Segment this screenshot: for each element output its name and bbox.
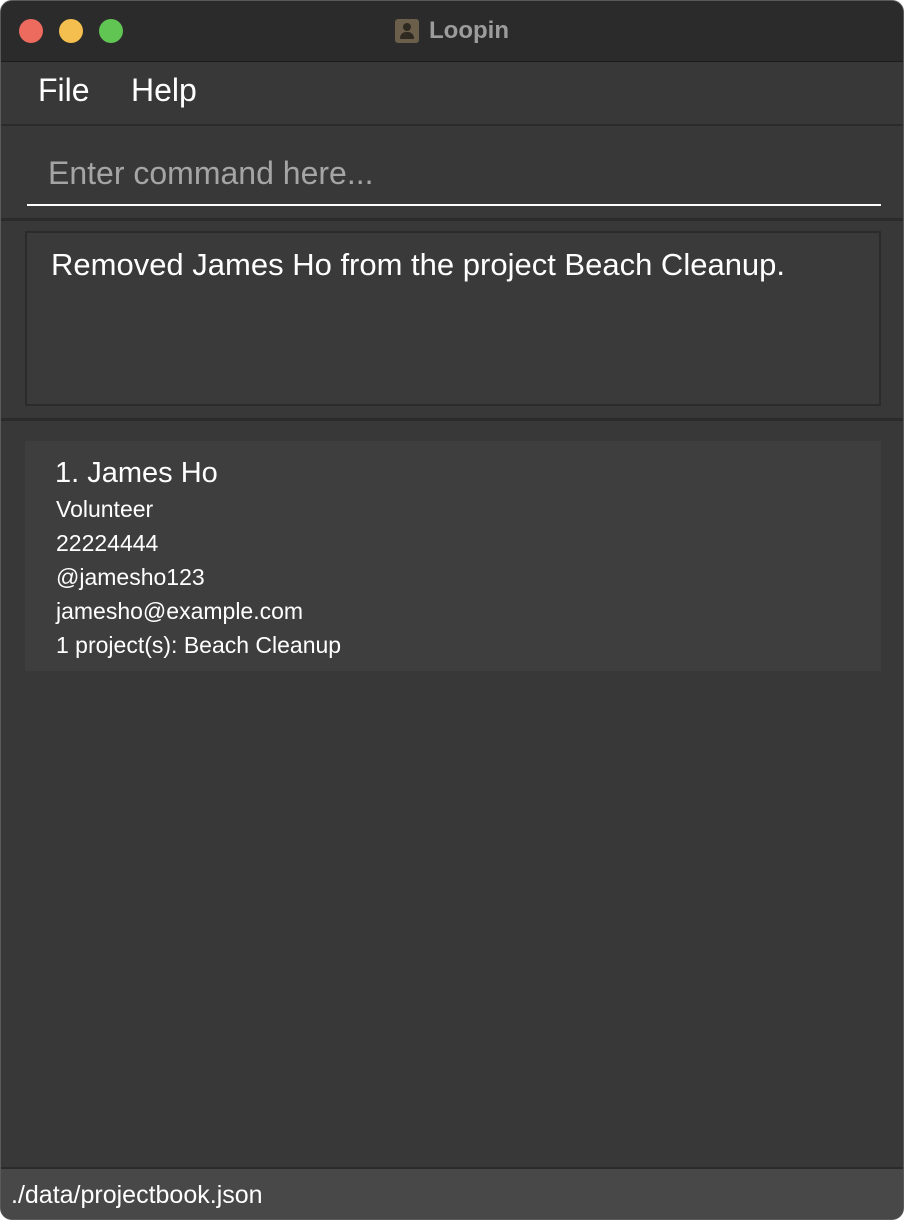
person-role: Volunteer <box>56 496 154 522</box>
person-card[interactable]: 1. James Ho Volunteer 22224444 @jamesho1… <box>25 441 881 671</box>
person-telegram: @jamesho123 <box>56 564 205 590</box>
command-input[interactable] <box>27 142 881 206</box>
person-email: jamesho@example.com <box>56 598 304 624</box>
person-list[interactable]: 1. James Ho Volunteer 22224444 @jamesho1… <box>1 421 903 1167</box>
menu-help[interactable]: Help <box>131 72 197 109</box>
contacts-icon <box>395 19 420 43</box>
result-display: Removed James Ho from the project Beach … <box>25 231 881 406</box>
window-title-group: Loopin <box>1 1 903 61</box>
menu-bar: File Help <box>1 62 903 126</box>
menu-file[interactable]: File <box>38 72 90 109</box>
app-window: Loopin File Help Removed James Ho from t… <box>0 0 904 1220</box>
result-message: Removed James Ho from the project Beach … <box>51 247 786 282</box>
person-index-name: 1. James Ho <box>55 457 218 489</box>
result-panel: Removed James Ho from the project Beach … <box>1 221 903 421</box>
person-projects: 1 project(s): Beach Cleanup <box>56 632 342 658</box>
status-bar: ./data/projectbook.json <box>1 1167 903 1219</box>
title-bar[interactable]: Loopin <box>1 1 903 62</box>
window-title: Loopin <box>429 17 509 44</box>
command-box-panel <box>1 126 903 221</box>
person-phone: 22224444 <box>56 530 159 556</box>
save-file-path: ./data/projectbook.json <box>11 1181 263 1209</box>
